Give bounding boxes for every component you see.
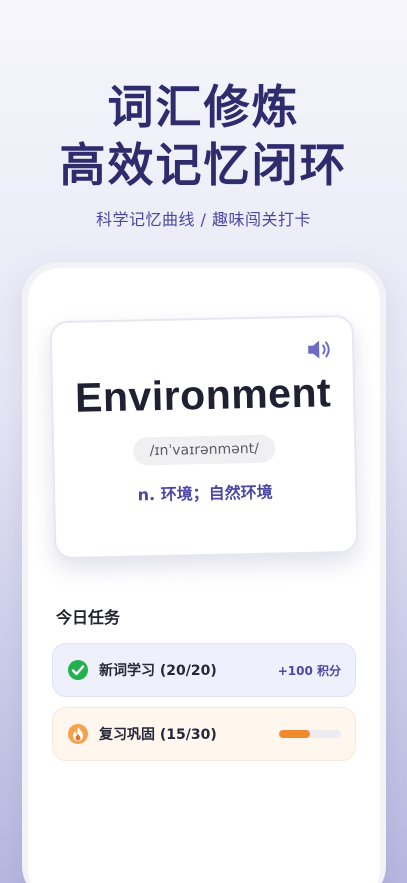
phonetic-container: /ɪnˈvaɪrənmənt/ (54, 433, 355, 467)
task-label: 新词学习 (20/20) (99, 663, 217, 679)
word-card[interactable]: Environment /ɪnˈvaɪrənmənt/ n. 环境；自然环境 (49, 314, 359, 560)
word-meaning: n. 环境；自然环境 (137, 482, 273, 505)
task-new-words[interactable]: 新词学习 (20/20) +100 积分 (52, 643, 356, 697)
task-review[interactable]: 复习巩固 (15/30) (52, 707, 356, 761)
phonetic-badge: /ɪnˈvaɪrənmənt/ (133, 434, 276, 466)
tasks-title: 今日任务 (56, 608, 121, 627)
hero-title-line-1: 词汇修炼 (107, 80, 300, 134)
hero-section: 词汇修炼 高效记忆闭环 科学记忆曲线 / 趣味闯关打卡 (0, 78, 407, 230)
check-circle-icon (67, 659, 89, 681)
task-reward: +100 积分 (277, 663, 341, 678)
hero-subtitle: 科学记忆曲线 / 趣味闯关打卡 (95, 210, 312, 229)
vocab-word: Environment (74, 369, 332, 421)
speaker-icon[interactable] (306, 337, 334, 362)
flame-icon (67, 723, 89, 745)
review-progress-bar (279, 730, 341, 738)
review-progress-fill (279, 730, 310, 738)
hero-title-line-2: 高效记忆闭环 (59, 138, 348, 192)
task-label: 复习巩固 (15/30) (99, 727, 217, 743)
